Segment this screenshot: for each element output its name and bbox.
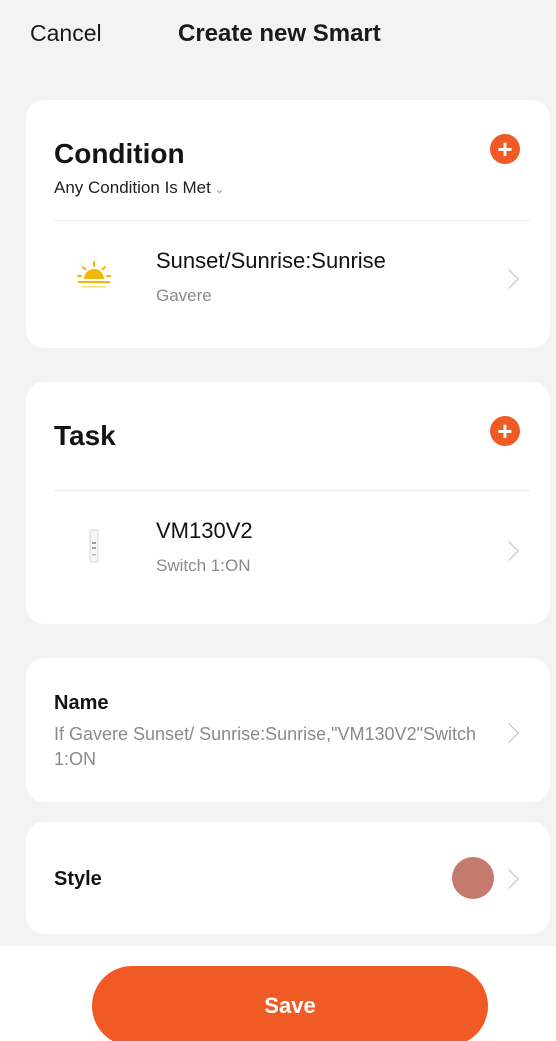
task-item[interactable]: VM130V2 Switch 1:ON [26, 494, 550, 610]
style-row[interactable]: Style [26, 822, 550, 934]
condition-mode-label: Any Condition Is Met [54, 178, 211, 197]
chevron-right-icon [499, 869, 519, 889]
create-smart-screen: Cancel Create new Smart Condition + Any … [0, 0, 556, 1041]
switch-device-icon [89, 529, 99, 563]
style-label: Style [54, 868, 102, 890]
task-title: Task [54, 420, 116, 451]
page-title: Create new Smart [178, 20, 381, 47]
task-item-title: VM130V2 [156, 518, 253, 543]
sunrise-icon [77, 261, 111, 288]
chevron-right-icon [499, 723, 519, 743]
name-row[interactable]: Name If Gavere Sunset/ Sunrise:Sunrise,"… [26, 658, 550, 802]
add-condition-button[interactable]: + [490, 134, 520, 164]
chevron-down-icon: ⌄ [214, 184, 225, 196]
save-button[interactable]: Save [92, 966, 488, 1041]
divider [54, 490, 530, 491]
condition-title: Condition [54, 138, 185, 169]
plus-icon: + [497, 416, 513, 446]
task-card: Task + VM130V2 Switch 1:ON [26, 382, 550, 624]
condition-item-title: Sunset/Sunrise:Sunrise [156, 248, 386, 273]
name-value: If Gavere Sunset/ Sunrise:Sunrise,"VM130… [54, 724, 476, 769]
condition-item[interactable]: Sunset/Sunrise:Sunrise Gavere [26, 224, 550, 334]
cancel-button[interactable]: Cancel [30, 20, 102, 47]
plus-icon: + [497, 134, 513, 164]
condition-card: Condition + Any Condition Is Met ⌄ Sunse… [26, 100, 550, 348]
name-label: Name [54, 692, 109, 714]
add-task-button[interactable]: + [490, 416, 520, 446]
chevron-right-icon [499, 269, 519, 289]
divider [54, 220, 530, 221]
footer: Save [0, 946, 556, 1041]
task-item-subtitle: Switch 1:ON [156, 556, 251, 575]
condition-mode-dropdown[interactable]: Any Condition Is Met ⌄ [54, 178, 224, 198]
condition-item-subtitle: Gavere [156, 286, 212, 305]
chevron-right-icon [499, 541, 519, 561]
style-color-swatch[interactable] [452, 857, 494, 899]
header: Cancel Create new Smart [0, 0, 556, 70]
